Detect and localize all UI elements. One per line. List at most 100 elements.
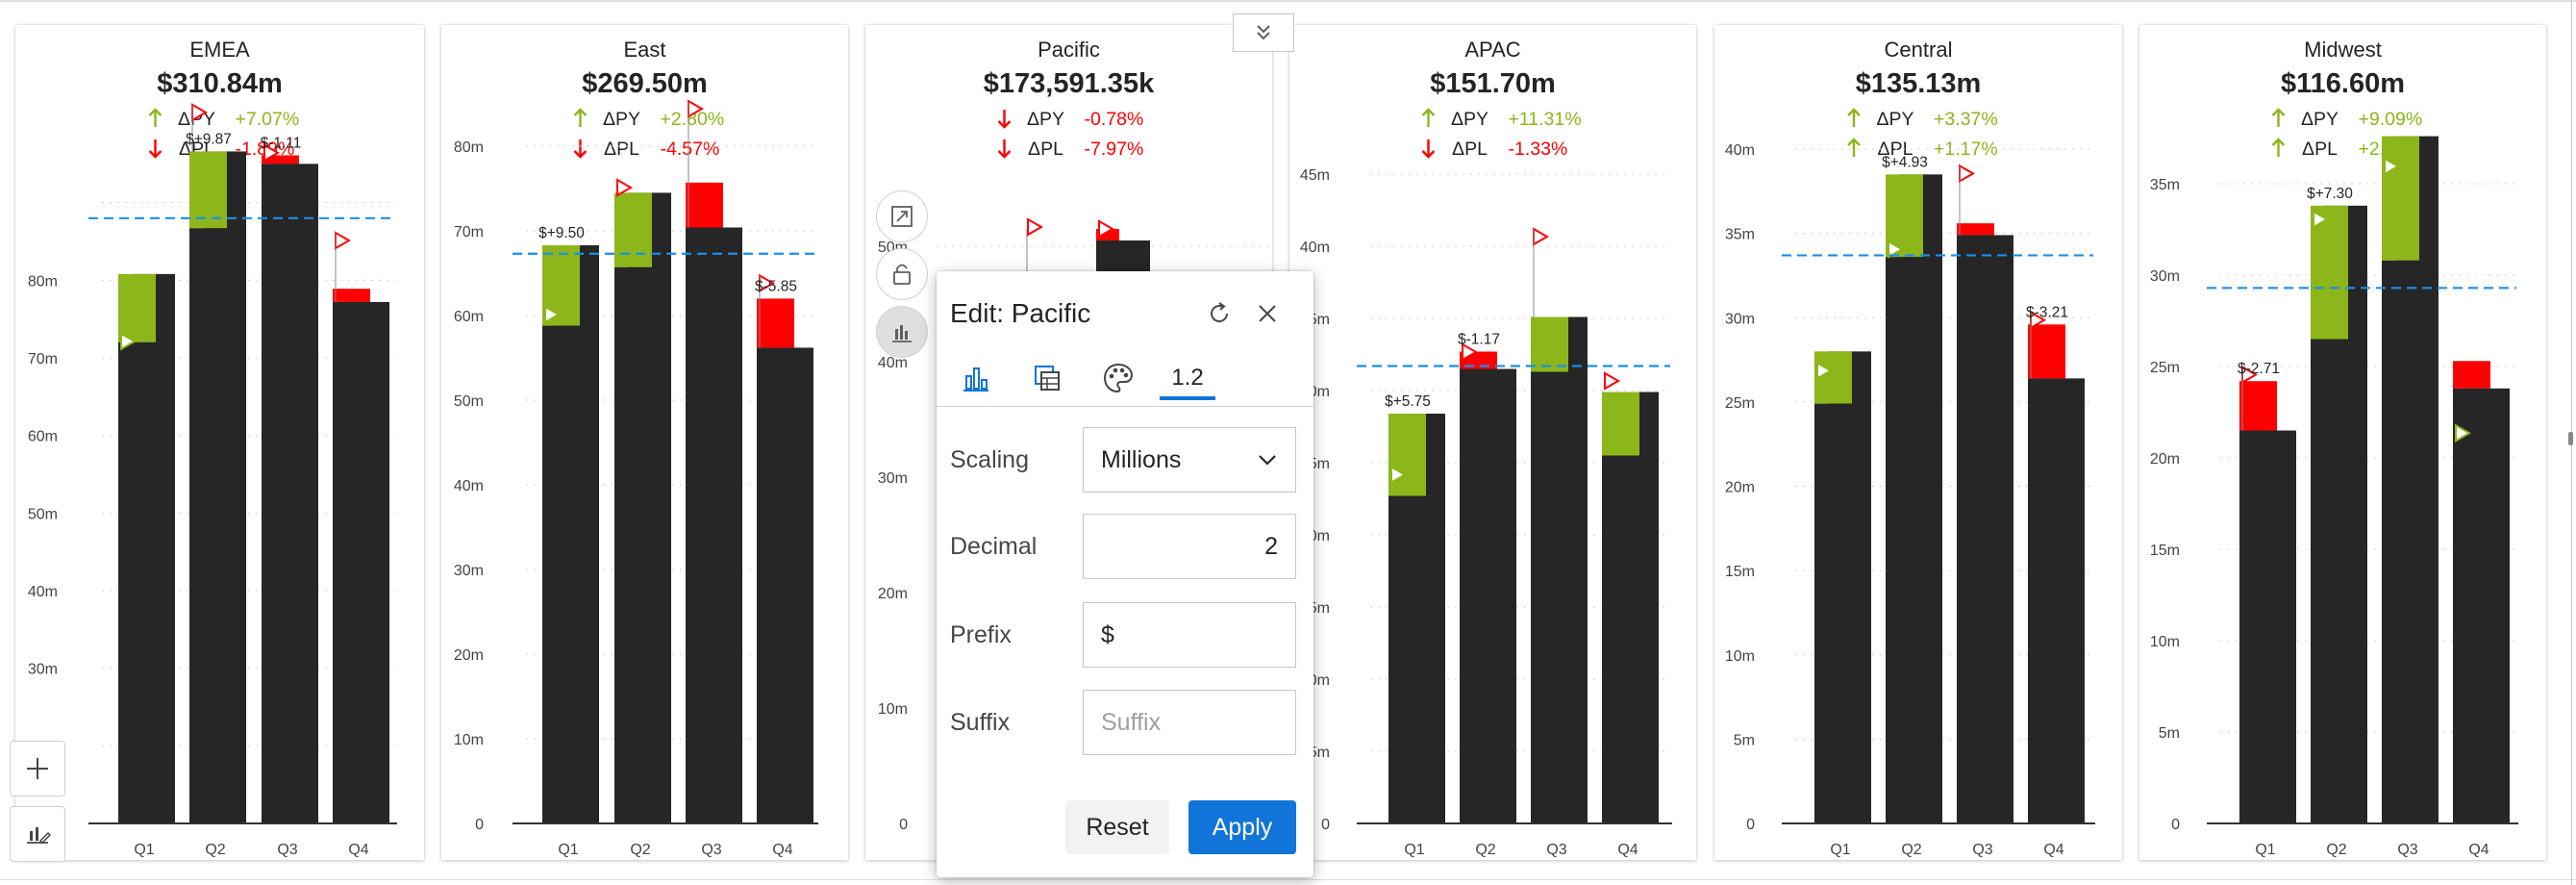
decimal-input[interactable]: 2 (1083, 514, 1296, 579)
chart-edit-icon (27, 827, 52, 845)
kpi-value: +7.07% (236, 109, 300, 130)
scaling-select[interactable]: Millions (1083, 427, 1296, 493)
x-category-label: Q3 (277, 842, 297, 858)
close-button[interactable] (1250, 296, 1285, 331)
x-category-label: Q4 (772, 842, 792, 858)
expand-button[interactable] (876, 190, 928, 242)
tab-layout[interactable] (1019, 354, 1075, 402)
active-tab-indicator (1160, 396, 1215, 400)
y-tick-label: 10m (878, 701, 908, 718)
decimal-value: 2 (1264, 532, 1278, 560)
kpi-value: +3.37% (1934, 109, 1998, 130)
chevron-down-icon (1259, 455, 1276, 466)
arrow-down-icon (573, 139, 588, 159)
variance-block (757, 298, 794, 348)
y-tick-label: 10m (454, 732, 484, 748)
plan-marker (1027, 217, 1044, 237)
y-tick-label: 30m (28, 662, 58, 678)
tab-chart-type[interactable] (948, 354, 1004, 402)
x-category-label: Q4 (348, 842, 368, 858)
palette-icon (1103, 363, 1134, 393)
y-tick-label: 25m (2150, 360, 2180, 376)
panel-emea[interactable]: EMEA$310.84mΔPY+7.07%ΔPL-1.89%20m30m40m5… (15, 25, 424, 860)
collapse-toolbar-button[interactable] (1233, 13, 1294, 52)
x-category-label: Q2 (630, 842, 650, 858)
panel-title: APAC (1464, 38, 1520, 62)
panel-title: Midwest (2304, 38, 2382, 62)
y-tick-label: 0 (1746, 817, 1755, 833)
py-bar (1531, 371, 1568, 823)
add-button[interactable] (10, 741, 65, 796)
y-tick-label: 0 (899, 817, 908, 833)
reset-icon-button[interactable] (1202, 296, 1237, 331)
kpi-label: ΔPY (2301, 109, 2338, 130)
variance-block (1388, 414, 1426, 496)
y-tick-label: 35m (2150, 177, 2180, 193)
py-bar (1886, 257, 1923, 823)
y-tick-label: 20m (454, 647, 484, 664)
y-tick-label: 20m (1725, 480, 1755, 496)
kpi-label: ΔPY (1876, 109, 1913, 130)
reset-button[interactable]: Reset (1065, 800, 1169, 854)
x-category-label: Q4 (1617, 842, 1638, 858)
tab-number-format[interactable]: 1.2 (1160, 354, 1215, 402)
y-tick-label: 40m (1300, 240, 1330, 256)
panel-total-value: $151.70m (1430, 68, 1556, 99)
y-tick-label: 60m (454, 309, 484, 325)
resize-handle-right[interactable] (2568, 432, 2573, 445)
kpi-value: -7.97% (1085, 139, 1144, 160)
py-bar (2453, 388, 2490, 823)
prefix-label: Prefix (950, 621, 1012, 648)
apply-button[interactable]: Apply (1188, 800, 1296, 854)
py-bar (686, 227, 723, 824)
x-category-label: Q3 (701, 842, 721, 858)
y-tick-label: 70m (28, 351, 58, 367)
tab-colors[interactable] (1090, 354, 1146, 402)
x-category-label: Q3 (1972, 842, 1992, 858)
arrow-up-icon (1847, 138, 1861, 157)
panel-title: EMEA (189, 38, 250, 62)
variance-block (686, 182, 723, 228)
y-tick-label: 80m (454, 139, 484, 156)
py-bar (2382, 260, 2419, 823)
chart-edit-button[interactable] (10, 806, 65, 862)
chart-settings-button[interactable] (876, 306, 928, 358)
kpi-label: ΔPL (1028, 139, 1063, 160)
panel-midwest[interactable]: Midwest$116.60mΔPY+9.09%ΔPL+2.22%05m10m1… (2139, 25, 2546, 860)
bar-chart-icon (963, 367, 988, 392)
variance-block (2382, 136, 2419, 261)
arrow-up-icon (2271, 138, 2286, 157)
panel-total-value: $173,591.35k (984, 68, 1155, 99)
delta-label: $-3.21 (2026, 304, 2068, 320)
close-icon (1259, 305, 1276, 322)
delta-label: $-5.85 (755, 278, 797, 294)
x-category-label: Q2 (205, 842, 225, 858)
scaling-label: Scaling (950, 446, 1029, 473)
plan-marker (335, 231, 352, 250)
panel-apac[interactable]: APAC $151.70m ΔPY +11.31% ΔPL -1.33% 0 5m 10m 15m… (1289, 25, 1696, 860)
panel-total-value: $310.84m (157, 68, 283, 99)
py-bar (1602, 455, 1639, 823)
lock-button[interactable] (876, 248, 928, 300)
variance-block (189, 151, 227, 229)
suffix-input[interactable]: Suffix (1083, 690, 1296, 755)
variance-block (118, 273, 156, 342)
table-icon (1035, 366, 1060, 391)
chart-svg: EMEA$310.84mΔPY+7.07%ΔPL-1.89%20m30m40m5… (28, 38, 397, 858)
arrow-up-icon (1847, 108, 1861, 127)
y-tick-label: 0 (1321, 817, 1330, 833)
panel-east[interactable]: East $269.50m ΔPY +2.80% ΔPL -4.57% 0 10m 20m 30m… (441, 25, 848, 860)
variance-block (614, 192, 652, 267)
plan-marker (1604, 371, 1621, 391)
panel-central[interactable]: Central $135.13m ΔPY +3.37% ΔPL +1.17% 0 5m 10m 1… (1714, 25, 2122, 860)
x-category-label: Q4 (2043, 842, 2063, 858)
prefix-input[interactable]: $ (1083, 602, 1296, 668)
delta-label: $-1.17 (1458, 332, 1500, 348)
x-category-label: Q1 (1404, 842, 1424, 858)
py-bar (1460, 368, 1497, 823)
py-bar (2239, 430, 2277, 823)
y-tick-label: 10m (2150, 634, 2180, 650)
kpi-label: ΔPL (1452, 139, 1488, 160)
variance-block (1531, 316, 1568, 372)
decimal-label: Decimal (950, 533, 1038, 560)
